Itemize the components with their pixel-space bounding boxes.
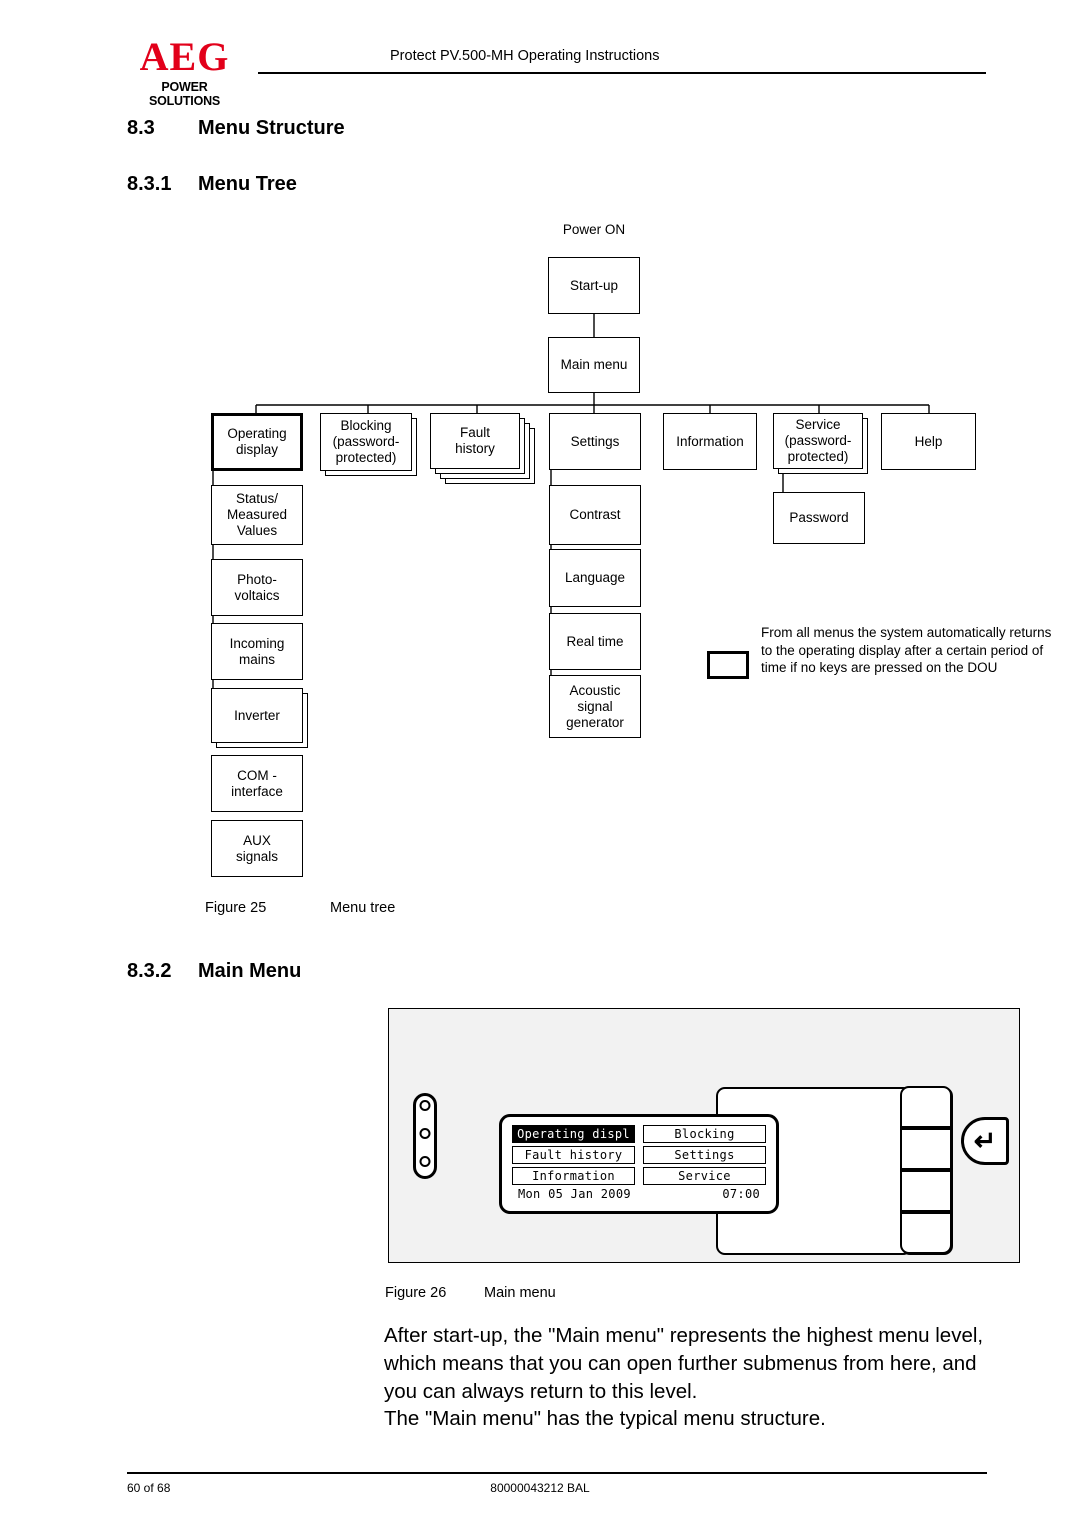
power-on-label: Power ON xyxy=(562,222,626,237)
auto-return-note-text: From all menus the system automatically … xyxy=(761,625,1052,675)
note-box-icon xyxy=(707,651,749,679)
document-id: 80000043212 BAL xyxy=(490,1481,590,1495)
tree-node-fault-history: Fault history xyxy=(430,413,520,469)
body-paragraph-1: After start-up, the "Main menu" represen… xyxy=(384,1324,984,1403)
enter-arrow-icon: ↵ xyxy=(973,1125,997,1156)
lcd-item-service[interactable]: Service xyxy=(643,1167,766,1185)
tree-node-incoming-mains: Incoming mains xyxy=(211,623,303,680)
tree-node-start-up: Start-up xyxy=(548,257,640,314)
tree-node-acoustic-signal-generator: Acoustic signal generator xyxy=(549,675,641,738)
tree-connector-lines xyxy=(212,313,930,700)
tree-node-blocking: Blocking (password- protected) xyxy=(320,413,412,471)
tree-node-inverter: Inverter xyxy=(211,688,303,743)
figure-25-label: Figure 25 xyxy=(205,900,267,916)
heading-8-3-2-title: Main Menu xyxy=(198,960,302,982)
soft-button-3[interactable] xyxy=(900,1170,953,1213)
lcd-status-bar: Mon 05 Jan 2009 07:00 xyxy=(512,1185,766,1203)
soft-button-2[interactable] xyxy=(900,1128,953,1171)
footer-divider xyxy=(127,1472,987,1474)
soft-button-1[interactable] xyxy=(900,1086,953,1129)
tree-node-operating-display: Operating display xyxy=(211,413,303,471)
tree-node-com-interface: COM - interface xyxy=(211,755,303,812)
tree-node-photovoltaics: Photo- voltaics xyxy=(211,559,303,616)
screw-icon xyxy=(419,1128,431,1139)
tree-node-service: Service (password- protected) xyxy=(773,413,863,469)
lcd-time: 07:00 xyxy=(722,1187,760,1201)
lcd-screen: Operating displ Blocking Fault history S… xyxy=(499,1114,779,1214)
tree-node-main-menu: Main menu xyxy=(548,337,640,393)
figure-25-caption: Menu tree xyxy=(330,900,396,916)
body-paragraph-2: The "Main menu" has the typical menu str… xyxy=(384,1407,826,1430)
lcd-item-blocking[interactable]: Blocking xyxy=(643,1125,766,1143)
figure-26-caption: Main menu xyxy=(484,1285,556,1301)
tree-node-password: Password xyxy=(773,492,865,544)
screw-strip xyxy=(413,1093,437,1179)
screw-icon xyxy=(419,1156,431,1167)
figure-26-label: Figure 26 xyxy=(385,1285,447,1301)
tree-node-status-measured-values: Status/ Measured Values xyxy=(211,485,303,545)
tree-node-help: Help xyxy=(881,413,976,470)
tree-node-language: Language xyxy=(549,549,641,607)
dou-panel-illustration: ↵ Operating displ Blocking Fault history… xyxy=(388,1008,1020,1263)
soft-button-column xyxy=(900,1086,953,1255)
tree-node-aux-signals: AUX signals xyxy=(211,820,303,877)
lcd-menu-grid: Operating displ Blocking Fault history S… xyxy=(512,1125,766,1185)
lcd-item-operating-displ[interactable]: Operating displ xyxy=(512,1125,635,1143)
tree-node-settings: Settings xyxy=(549,413,641,470)
lcd-item-information[interactable]: Information xyxy=(512,1167,635,1185)
tree-node-information: Information xyxy=(663,413,757,470)
enter-key-button[interactable]: ↵ xyxy=(961,1117,1009,1165)
lcd-date: Mon 05 Jan 2009 xyxy=(518,1187,631,1201)
lcd-item-fault-history[interactable]: Fault history xyxy=(512,1146,635,1164)
soft-button-4[interactable] xyxy=(900,1212,953,1255)
tree-node-real-time: Real time xyxy=(549,613,641,670)
tree-node-contrast: Contrast xyxy=(549,485,641,545)
lcd-item-settings[interactable]: Settings xyxy=(643,1146,766,1164)
screw-icon xyxy=(419,1100,431,1111)
menu-tree-diagram: Power ON Start-up Main menu Operating di… xyxy=(0,0,1080,877)
heading-8-3-2-number: 8.3.2 xyxy=(127,960,172,982)
